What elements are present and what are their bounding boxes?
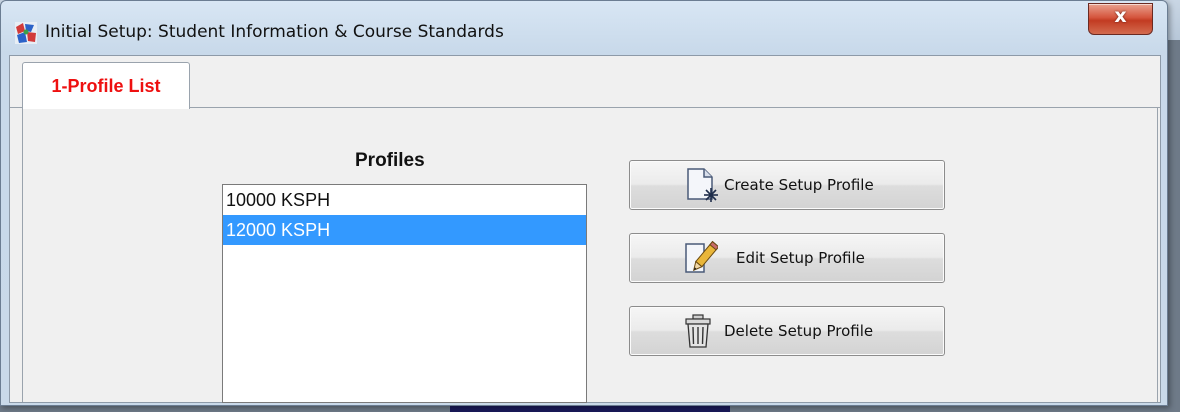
new-document-icon (687, 168, 718, 202)
delete-setup-profile-button[interactable]: Delete Setup Profile (629, 306, 945, 356)
edit-setup-profile-button[interactable]: Edit Setup Profile (629, 233, 945, 283)
close-icon: x (1114, 5, 1127, 27)
window-title: Initial Setup: Student Information & Cou… (45, 22, 504, 42)
tab-label: 1-Profile List (51, 76, 161, 96)
setup-window: Initial Setup: Student Information & Cou… (0, 0, 1168, 406)
tab-panel (22, 108, 1158, 402)
profiles-listbox[interactable]: 10000 KSPH 12000 KSPH (222, 184, 587, 403)
close-button[interactable]: x (1088, 3, 1153, 35)
profiles-heading: Profiles (355, 150, 425, 171)
tab-profile-list[interactable]: 1-Profile List (22, 62, 190, 109)
delete-button-label: Delete Setup Profile (724, 322, 874, 340)
create-button-label: Create Setup Profile (724, 176, 874, 194)
app-icon (15, 22, 37, 44)
edit-pencil-icon (685, 240, 718, 273)
create-setup-profile-button[interactable]: Create Setup Profile (629, 160, 945, 210)
list-item[interactable]: 10000 KSPH (223, 185, 586, 215)
edit-button-label: Edit Setup Profile (736, 249, 865, 267)
trash-can-icon (685, 314, 711, 348)
title-bar[interactable]: Initial Setup: Student Information & Cou… (1, 1, 1167, 55)
list-item-selected[interactable]: 12000 KSPH (223, 215, 586, 245)
